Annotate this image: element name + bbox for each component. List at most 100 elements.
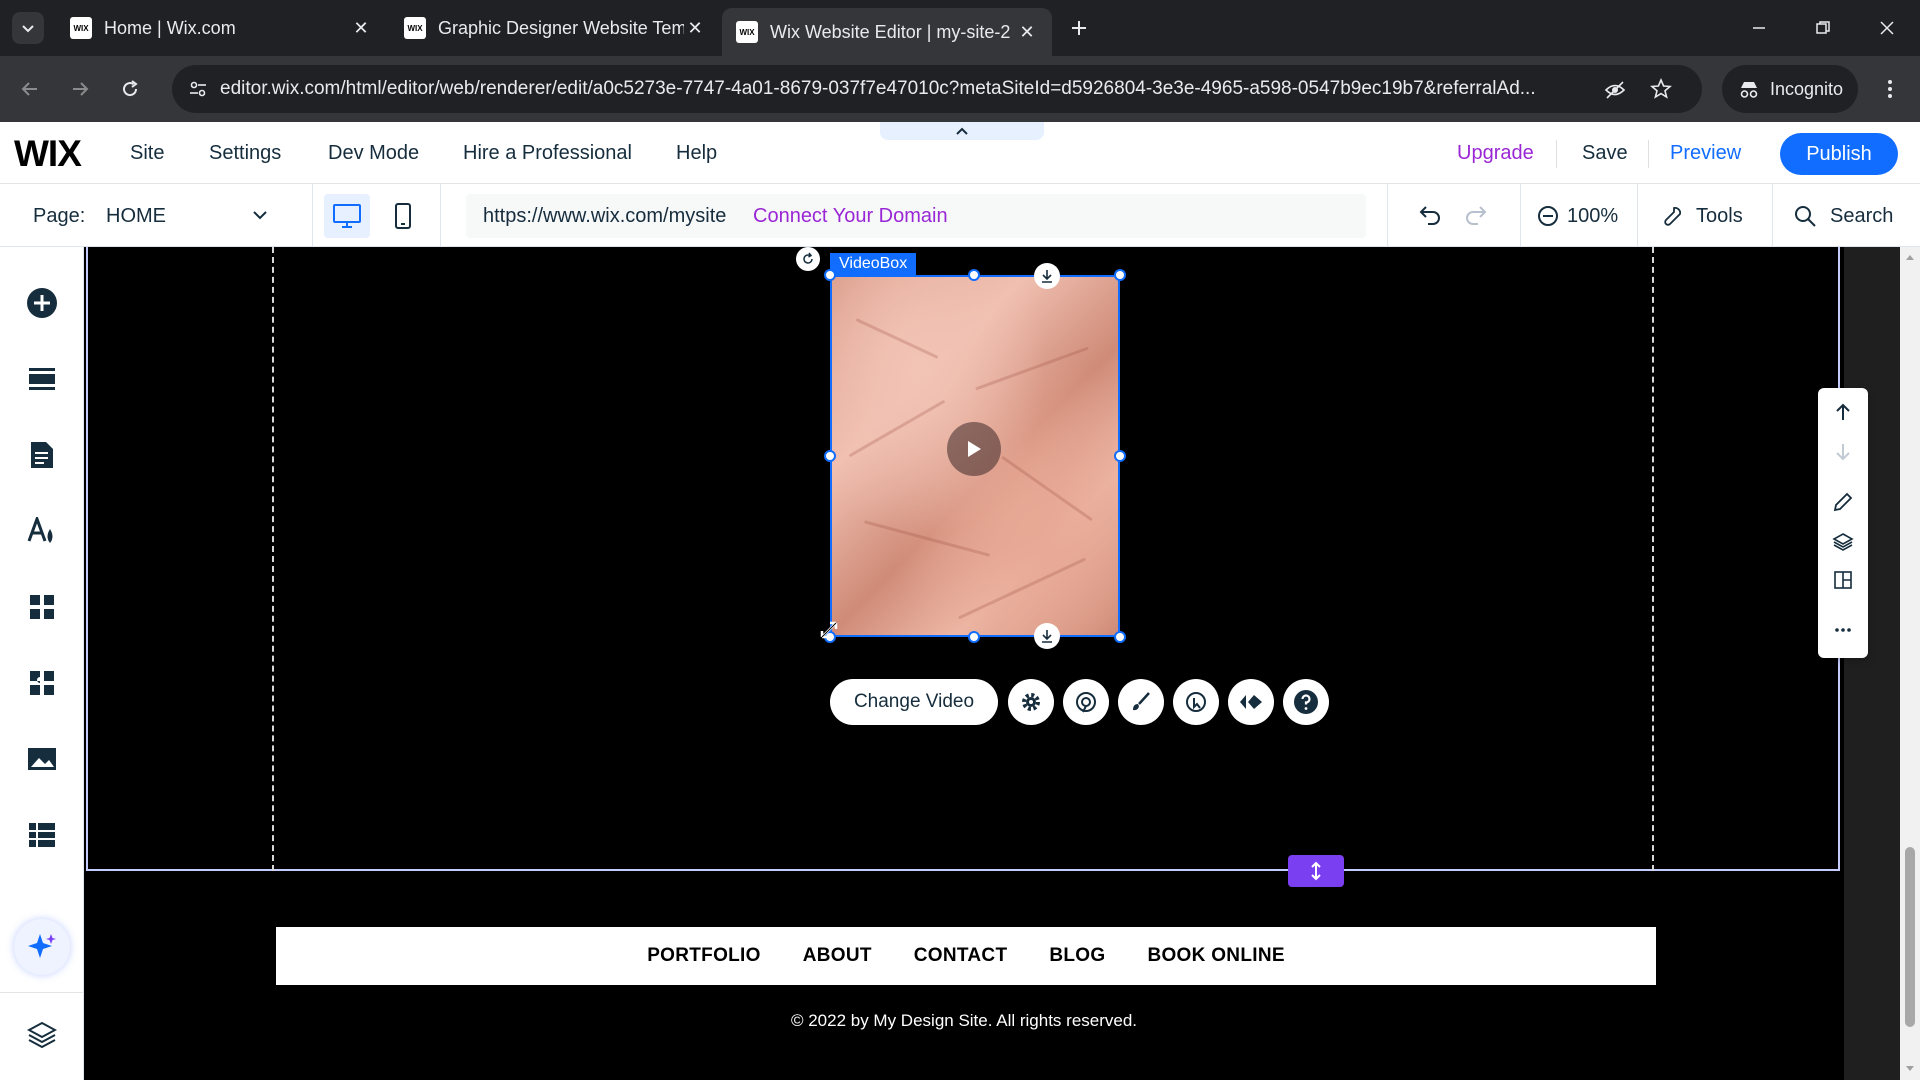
help-button[interactable] xyxy=(1283,679,1329,725)
design-button[interactable] xyxy=(1118,679,1164,725)
close-tab-icon[interactable]: ✕ xyxy=(350,17,372,39)
connect-domain-link[interactable]: Connect Your Domain xyxy=(753,205,948,228)
change-video-button[interactable]: Change Video xyxy=(830,679,998,725)
animation-icon xyxy=(1076,692,1096,713)
videobox-label: VideoBox xyxy=(830,253,917,275)
mobile-view-button[interactable] xyxy=(380,194,426,238)
menu-settings[interactable]: Settings xyxy=(209,142,281,165)
search-button[interactable]: Search xyxy=(1830,205,1893,228)
sections-button[interactable] xyxy=(20,357,64,401)
scrollbar-thumb[interactable] xyxy=(1905,847,1915,1027)
redo-icon[interactable] xyxy=(1464,204,1488,226)
chevron-down-icon xyxy=(22,25,34,33)
interactions-button[interactable] xyxy=(1228,679,1274,725)
resize-handle[interactable] xyxy=(824,450,836,462)
stretch-handle-icon[interactable] xyxy=(1034,263,1060,289)
move-up-button[interactable] xyxy=(1829,398,1857,426)
eye-off-icon[interactable] xyxy=(1604,79,1626,101)
publish-button[interactable]: Publish xyxy=(1780,133,1898,175)
browser-address-bar: editor.wix.com/html/editor/web/renderer/… xyxy=(0,56,1920,122)
undo-icon[interactable] xyxy=(1418,204,1442,226)
tools-icon[interactable] xyxy=(1660,204,1684,228)
business-apps-button[interactable] xyxy=(20,661,64,705)
reload-button[interactable] xyxy=(112,71,148,107)
footer-link-about[interactable]: ABOUT xyxy=(803,945,872,967)
cms-button[interactable] xyxy=(20,813,64,857)
media-button[interactable] xyxy=(20,737,64,781)
menu-site[interactable]: Site xyxy=(130,142,164,165)
close-window-button[interactable] xyxy=(1864,8,1910,48)
editor-canvas[interactable]: VideoBox Change Video PORTFOLIO ABOUT CO… xyxy=(84,247,1844,1080)
zoom-level[interactable]: 100% xyxy=(1567,205,1618,228)
wix-favicon-icon: WIX xyxy=(736,21,758,43)
pages-button[interactable] xyxy=(20,433,64,477)
move-down-button[interactable] xyxy=(1829,438,1857,466)
layers-button[interactable] xyxy=(20,1013,64,1057)
layers-icon xyxy=(27,1021,57,1049)
layout-icon xyxy=(1834,571,1852,589)
search-icon[interactable] xyxy=(1793,204,1817,228)
wix-logo[interactable]: WIX xyxy=(14,133,82,175)
zoom-out-icon[interactable] xyxy=(1537,205,1559,227)
rotate-handle-icon[interactable] xyxy=(796,247,820,271)
resize-handle[interactable] xyxy=(1114,450,1126,462)
animation-button[interactable] xyxy=(1063,679,1109,725)
close-tab-icon[interactable]: ✕ xyxy=(684,17,706,39)
add-elements-button[interactable] xyxy=(20,281,64,325)
desktop-view-button[interactable] xyxy=(324,194,370,238)
url-text[interactable]: editor.wix.com/html/editor/web/renderer/… xyxy=(220,78,1580,100)
bookmark-star-icon[interactable] xyxy=(1650,78,1672,100)
resize-handle[interactable] xyxy=(968,269,980,281)
browser-menu-button[interactable] xyxy=(1872,71,1908,107)
omnibox[interactable]: editor.wix.com/html/editor/web/renderer/… xyxy=(172,65,1702,113)
scroll-up-arrow-icon[interactable] xyxy=(1904,251,1916,263)
minimize-button[interactable] xyxy=(1736,8,1782,48)
incognito-indicator[interactable]: Incognito xyxy=(1722,65,1858,113)
footer-link-contact[interactable]: CONTACT xyxy=(914,945,1008,967)
collapse-topbar-button[interactable] xyxy=(880,122,1044,140)
scroll-down-arrow-icon[interactable] xyxy=(1904,1063,1916,1075)
resize-handle[interactable] xyxy=(1114,269,1126,281)
section-resize-handle[interactable] xyxy=(1288,855,1344,887)
restore-button[interactable] xyxy=(1800,8,1846,48)
resize-handle[interactable] xyxy=(968,631,980,643)
stretch-handle-icon[interactable] xyxy=(1034,623,1060,649)
forward-button[interactable] xyxy=(62,71,98,107)
settings-button[interactable] xyxy=(1008,679,1054,725)
browser-tab-home[interactable]: WIX Home | Wix.com ✕ xyxy=(56,8,386,48)
chevron-down-icon[interactable] xyxy=(252,210,268,220)
ai-assistant-button[interactable] xyxy=(14,919,70,975)
save-button[interactable]: Save xyxy=(1582,142,1628,165)
site-design-button[interactable] xyxy=(20,509,64,553)
browser-tab-editor[interactable]: WIX Wix Website Editor | my-site-2 ✕ xyxy=(722,8,1052,56)
design-brush-icon xyxy=(1133,692,1150,711)
preview-button[interactable]: Preview xyxy=(1670,142,1741,165)
new-tab-button[interactable] xyxy=(1063,12,1095,44)
close-tab-icon[interactable]: ✕ xyxy=(1016,21,1038,43)
footer-link-book-online[interactable]: BOOK ONLINE xyxy=(1147,945,1284,967)
canvas-scrollbar[interactable] xyxy=(1900,247,1920,1080)
resize-handle[interactable] xyxy=(824,269,836,281)
grid-layout-button[interactable] xyxy=(1829,566,1857,594)
footer-link-portfolio[interactable]: PORTFOLIO xyxy=(647,945,761,967)
play-button[interactable] xyxy=(947,422,1001,476)
add-apps-button[interactable] xyxy=(20,585,64,629)
videobox-element[interactable] xyxy=(830,275,1120,637)
page-selector[interactable]: HOME xyxy=(106,205,166,228)
back-button[interactable] xyxy=(12,71,48,107)
menu-hire-professional[interactable]: Hire a Professional xyxy=(463,142,632,165)
tools-button[interactable]: Tools xyxy=(1696,205,1743,228)
upgrade-link[interactable]: Upgrade xyxy=(1457,142,1534,165)
tab-search-button[interactable] xyxy=(12,12,44,44)
more-actions-button[interactable] xyxy=(1829,616,1857,644)
resize-handle[interactable] xyxy=(1114,631,1126,643)
menu-dev-mode[interactable]: Dev Mode xyxy=(328,142,419,165)
site-info-icon[interactable] xyxy=(188,79,208,99)
footer-link-blog[interactable]: BLOG xyxy=(1049,945,1105,967)
browser-tab-template[interactable]: WIX Graphic Designer Website Temp ✕ xyxy=(390,8,720,48)
menu-help[interactable]: Help xyxy=(676,142,717,165)
layers-button[interactable] xyxy=(1829,528,1857,556)
behavior-button[interactable] xyxy=(1173,679,1219,725)
site-url-field[interactable]: https://www.wix.com/mysite Connect Your … xyxy=(466,194,1366,238)
edit-button[interactable] xyxy=(1829,488,1857,516)
